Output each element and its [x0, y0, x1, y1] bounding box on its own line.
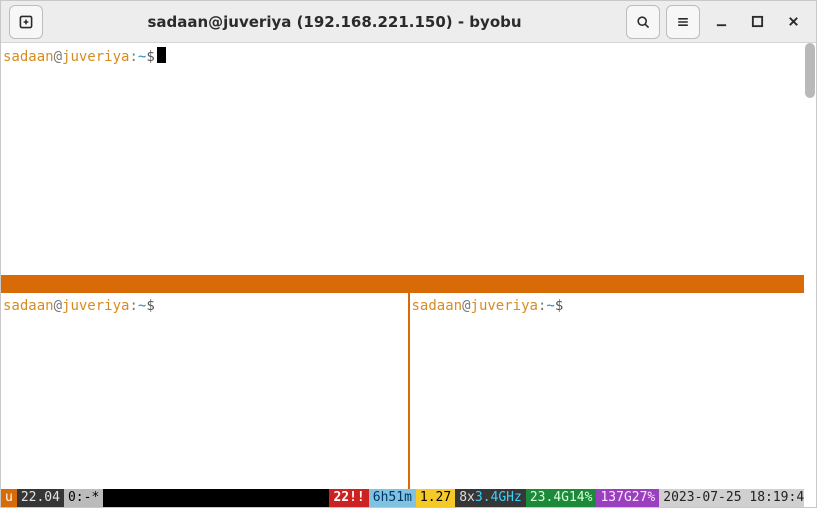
prompt-dollar: $ — [146, 298, 154, 314]
status-updates: 22!! — [329, 489, 368, 507]
pane-divider-horizontal[interactable] — [1, 275, 816, 293]
prompt-host: juveriya — [62, 298, 129, 314]
prompt-at: @ — [462, 298, 470, 314]
prompt-user: sadaan — [412, 298, 463, 314]
cursor — [157, 47, 166, 63]
status-bar: u 22.04 0:-* 22!! 6h51m 1.27 8x3.4GHz 23… — [1, 489, 816, 507]
maximize-button[interactable] — [742, 7, 772, 37]
status-date: 2023-07-25 — [663, 490, 741, 505]
terminal-window: sadaan@juveriya (192.168.221.150) - byob… — [0, 0, 817, 508]
status-time: 18:19:43 — [749, 490, 812, 505]
titlebar: sadaan@juveriya (192.168.221.150) - byob… — [1, 1, 816, 43]
prompt-dollar: $ — [146, 49, 154, 65]
prompt-at: @ — [54, 298, 62, 314]
minimize-button[interactable] — [706, 7, 736, 37]
status-cpu-freq: 3.4GHz — [475, 490, 522, 505]
prompt-host: juveriya — [62, 49, 129, 65]
status-datetime: 2023-07-25 18:19:43 — [659, 489, 816, 507]
status-memory: 23.4G14% — [526, 489, 597, 507]
status-os-version: 22.04 — [17, 489, 64, 507]
prompt-host: juveriya — [471, 298, 538, 314]
new-tab-button[interactable] — [9, 5, 43, 39]
prompt-user: sadaan — [3, 298, 54, 314]
pane-top[interactable]: sadaan@juveriya:~$ — [1, 43, 816, 275]
status-uptime: 6h51m — [369, 489, 416, 507]
prompt-colon: : — [129, 49, 137, 65]
scrollbar[interactable] — [804, 43, 816, 507]
terminal-area: sadaan@juveriya:~$ sadaan@juveriya:~$ sa… — [1, 43, 816, 507]
prompt-at: @ — [54, 49, 62, 65]
status-cpu: 8x3.4GHz — [455, 489, 526, 507]
status-load: 1.27 — [416, 489, 455, 507]
scrollbar-thumb[interactable] — [805, 43, 815, 98]
close-button[interactable] — [778, 7, 808, 37]
status-spacer — [103, 489, 329, 507]
status-window-index[interactable]: 0:-* — [64, 489, 103, 507]
pane-bottom-right[interactable]: sadaan@juveriya:~$ — [410, 293, 817, 489]
status-disk: 137G27% — [596, 489, 659, 507]
prompt-colon: : — [129, 298, 137, 314]
pane-bottom-left[interactable]: sadaan@juveriya:~$ — [1, 293, 408, 489]
menu-button[interactable] — [666, 5, 700, 39]
status-logo: u — [1, 489, 17, 507]
window-title: sadaan@juveriya (192.168.221.150) - byob… — [49, 13, 620, 31]
prompt-path: ~ — [546, 298, 554, 314]
prompt-user: sadaan — [3, 49, 54, 65]
search-button[interactable] — [626, 5, 660, 39]
prompt-dollar: $ — [555, 298, 563, 314]
bottom-panes: sadaan@juveriya:~$ sadaan@juveriya:~$ — [1, 293, 816, 489]
status-cpu-cores: 8x — [459, 490, 475, 505]
